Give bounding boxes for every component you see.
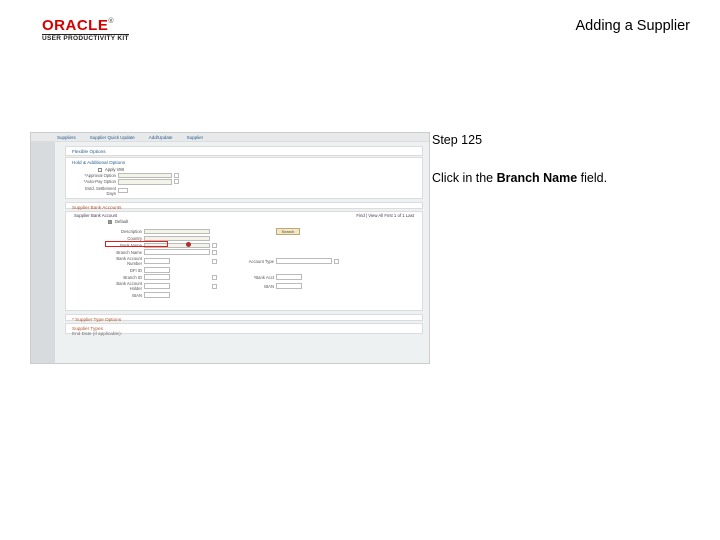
lookup-icon[interactable] [334, 259, 339, 264]
branch-name-label: Branch Name [104, 250, 142, 255]
settlement-days-field[interactable] [118, 188, 128, 194]
bank-name-label: Bank Name [104, 243, 142, 248]
bank-account-holder-label: Bank Account Holder [104, 281, 142, 291]
supplier-bank-account-panel: Supplier Bank Account Find | View All Fi… [65, 211, 423, 311]
step-number: Step 125 [432, 132, 647, 148]
account-type-label: Account Type [234, 259, 274, 264]
lookup-icon[interactable] [212, 275, 217, 280]
supplier-bank-accounts-panel: Supplier Bank Accounts [65, 202, 423, 209]
callout-marker-icon [186, 242, 191, 247]
default-check[interactable] [108, 220, 112, 224]
bank-acct-label: *Bank Acct [234, 275, 274, 280]
bank-acct-field[interactable] [276, 274, 302, 280]
end-date-label: End Date (if applicable): [72, 331, 122, 336]
oracle-logo: ORACLE® USER PRODUCTIVITY KIT [42, 18, 129, 43]
nav-item[interactable]: Supplier Quick Update [90, 135, 135, 140]
panel-title: Supplier Bank Account [74, 213, 117, 218]
breadcrumb: Suppliers Supplier Quick Update Add/Upda… [31, 133, 429, 142]
panel-title: Hold & Additional Options [66, 158, 422, 166]
default-label: Default [115, 219, 128, 224]
bank-account-holder-field[interactable] [144, 283, 170, 289]
lookup-icon[interactable] [174, 179, 179, 184]
panel-title: Flexible Options [66, 147, 422, 156]
country-label: Country [104, 236, 142, 241]
hold-additional-panel: Hold & Additional Options Apply VMI *App… [65, 157, 423, 199]
description-label: Description [104, 229, 142, 234]
lookup-icon[interactable] [212, 250, 217, 255]
bank-account-number-label: Bank Account Number [104, 256, 142, 266]
iban-right-field[interactable] [276, 283, 302, 289]
supplier-type-options-panel: * Supplier Type Options [65, 314, 423, 321]
lookup-icon[interactable] [212, 284, 217, 289]
dfi-id-label: DFI ID [104, 268, 142, 273]
doc-header: ORACLE® USER PRODUCTIVITY KIT Adding a S… [42, 18, 690, 54]
branch-name-field[interactable] [144, 249, 210, 255]
branch-id-label: Branch ID [104, 275, 142, 280]
country-field[interactable] [144, 236, 210, 242]
account-type-field[interactable] [276, 258, 332, 264]
autopay-option-field[interactable] [118, 179, 172, 185]
oracle-wordmark: ORACLE® [42, 18, 129, 34]
nav-item[interactable]: Suppliers [57, 135, 76, 140]
approval-option-field[interactable] [118, 173, 172, 179]
instruction-post: field. [577, 171, 607, 185]
lookup-icon[interactable] [212, 259, 217, 264]
apply-vmi-check[interactable] [98, 168, 102, 172]
search-button[interactable]: Search [276, 228, 300, 235]
dfi-id-field[interactable] [144, 267, 170, 273]
approval-option-label: *Approval Option [76, 173, 116, 178]
page-title: Adding a Supplier [576, 18, 690, 34]
oracle-upk-label: USER PRODUCTIVITY KIT [42, 34, 129, 43]
settlement-days-label: Estd. Settlement Days [76, 186, 116, 196]
app-screenshot: Suppliers Supplier Quick Update Add/Upda… [30, 132, 430, 364]
instruction-panel: Step 125 Click in the Branch Name field. [432, 132, 647, 187]
bank-name-field[interactable] [144, 243, 210, 249]
lookup-icon[interactable] [174, 173, 179, 178]
nav-item[interactable]: Add/Update [149, 135, 173, 140]
bank-account-number-field[interactable] [144, 258, 170, 264]
record-nav[interactable]: Find | View All First 1 of 1 Last [356, 213, 414, 218]
branch-id-field[interactable] [144, 274, 170, 280]
instruction-pre: Click in the [432, 171, 497, 185]
nav-item[interactable]: Supplier [187, 135, 204, 140]
step-instruction: Click in the Branch Name field. [432, 170, 647, 186]
lookup-icon[interactable] [212, 243, 217, 248]
description-field[interactable] [144, 229, 210, 235]
iban-label: IBAN [104, 293, 142, 298]
instruction-field-name: Branch Name [497, 171, 578, 185]
flexible-options-panel: Flexible Options [65, 146, 423, 156]
iban-right-label: IBAN [234, 284, 274, 289]
autopay-option-label: *Auto-Pay Option [76, 179, 116, 184]
left-gutter [31, 142, 55, 363]
iban-field[interactable] [144, 292, 170, 298]
supplier-types-panel: Supplier Types End Date (if applicable): [65, 323, 423, 334]
apply-vmi-label: Apply VMI [105, 167, 124, 172]
